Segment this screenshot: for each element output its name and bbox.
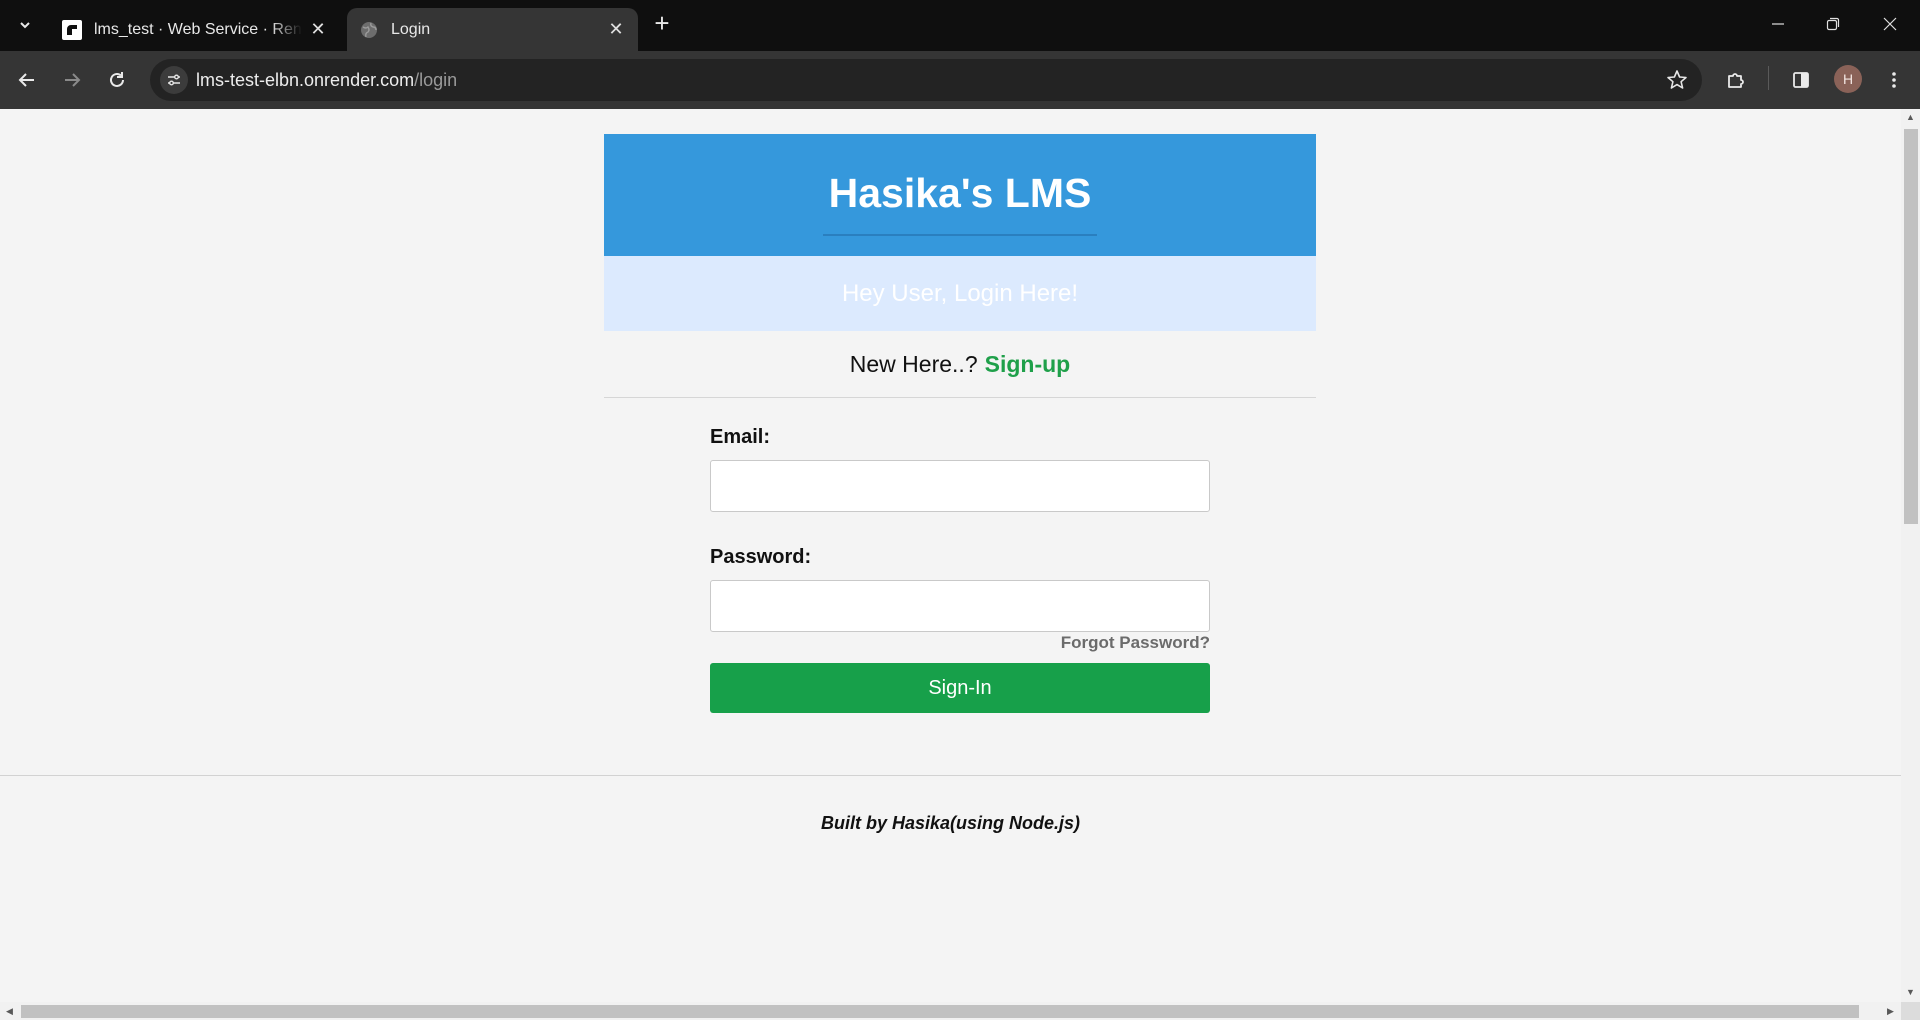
url-path: /login — [414, 70, 458, 90]
signup-prompt: New Here..? Sign-up — [604, 331, 1316, 398]
scroll-right-icon[interactable]: ▶ — [1885, 1006, 1896, 1017]
minimize-window-icon[interactable] — [1758, 8, 1798, 40]
tab-render-dashboard[interactable]: lms_test · Web Service · Render ✕ — [50, 8, 340, 51]
scroll-up-icon[interactable]: ▲ — [1905, 112, 1916, 123]
footer-credit: Built by Hasika(using Node.js) — [820, 813, 1081, 833]
app-header: Hasika's LMS — [604, 134, 1316, 256]
horizontal-scrollbar[interactable]: ◀ ▶ — [0, 1002, 1901, 1020]
tab-search-dropdown-icon[interactable] — [10, 10, 40, 40]
close-window-icon[interactable] — [1870, 8, 1910, 40]
bookmark-star-icon[interactable] — [1666, 69, 1688, 91]
close-tab-icon[interactable]: ✕ — [606, 19, 626, 40]
email-label: Email: — [710, 426, 771, 448]
login-card: Hasika's LMS Hey User, Login Here! New H… — [604, 134, 1316, 713]
url-host: lms-test-elbn.onrender.com — [196, 70, 415, 90]
new-here-text: New Here..? — [849, 350, 978, 377]
app-title: Hasika's LMS — [828, 170, 1092, 216]
side-panel-icon[interactable] — [1784, 63, 1818, 97]
login-subtitle: Hey User, Login Here! — [604, 256, 1316, 331]
extensions-puzzle-icon[interactable] — [1719, 63, 1753, 97]
title-underline — [823, 234, 1097, 236]
tab-strip: lms_test · Web Service · Render ✕ Login … — [0, 0, 1920, 51]
horizontal-scroll-thumb[interactable] — [21, 1005, 1859, 1018]
close-tab-icon[interactable]: ✕ — [308, 19, 328, 40]
password-label: Password: — [710, 546, 812, 568]
browser-toolbar: lms-test-elbn.onrender.com/login H — [0, 51, 1920, 109]
forgot-password-link[interactable]: Forgot Password? — [710, 633, 1210, 653]
forward-arrow-icon[interactable] — [55, 63, 89, 97]
profile-avatar[interactable]: H — [1834, 65, 1862, 93]
sign-in-button[interactable]: Sign-In — [710, 663, 1210, 713]
new-tab-icon[interactable]: + — [650, 10, 674, 36]
tab-title: lms_test · Web Service · Render — [94, 20, 302, 38]
tab-login[interactable]: Login ✕ — [347, 8, 638, 51]
scroll-down-icon[interactable]: ▼ — [1905, 987, 1916, 998]
site-settings-icon[interactable] — [160, 66, 188, 94]
url-text[interactable]: lms-test-elbn.onrender.com/login — [196, 70, 457, 91]
reload-icon[interactable] — [100, 63, 134, 97]
email-field[interactable] — [710, 460, 1210, 512]
vertical-scroll-thumb[interactable] — [1904, 129, 1918, 524]
globe-icon — [361, 21, 377, 38]
toolbar-divider — [1768, 66, 1769, 90]
scroll-left-icon[interactable]: ◀ — [4, 1006, 15, 1017]
login-form: Email: Password: Forgot Password? Sign-I… — [710, 426, 1210, 713]
footer-divider — [0, 775, 1901, 776]
render-favicon-icon — [62, 19, 82, 40]
tab-title: Login — [391, 20, 431, 38]
vertical-scrollbar[interactable]: ▲ ▼ — [1901, 109, 1920, 1002]
address-bar[interactable]: lms-test-elbn.onrender.com/login — [150, 59, 1702, 101]
signup-link[interactable]: Sign-up — [985, 351, 1071, 378]
scrollbar-corner — [1901, 1002, 1920, 1020]
password-field[interactable] — [710, 580, 1210, 632]
page-viewport: Hasika's LMS Hey User, Login Here! New H… — [0, 109, 1920, 1020]
restore-window-icon[interactable] — [1813, 8, 1853, 40]
back-arrow-icon[interactable] — [10, 63, 44, 97]
more-menu-icon[interactable] — [1877, 63, 1911, 97]
